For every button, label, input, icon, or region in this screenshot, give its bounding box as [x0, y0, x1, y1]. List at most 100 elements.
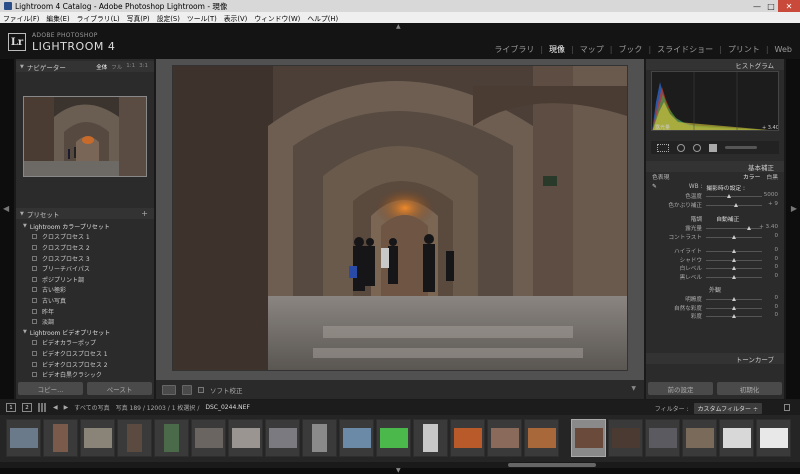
preset-item[interactable]: 古い極彩 — [20, 285, 152, 296]
slider-thumb[interactable] — [731, 297, 736, 301]
preset-item[interactable]: ビデオクロスプロセス 1 — [20, 348, 152, 359]
menu-tools[interactable]: ツール(T) — [187, 13, 217, 23]
filmstrip-thumbnail[interactable] — [154, 419, 189, 457]
zoom-3-1[interactable]: 3:1 — [139, 63, 148, 71]
minimize-button[interactable]: — — [750, 0, 764, 12]
slider-thumb[interactable] — [731, 305, 736, 310]
filmstrip-thumbnail[interactable] — [756, 419, 791, 457]
main-photo[interactable] — [173, 66, 627, 370]
filmstrip-thumbnail[interactable] — [265, 419, 300, 457]
filter-dropdown[interactable]: カスタムフィルター ÷ — [693, 403, 762, 414]
menu-window[interactable]: ウィンドウ(W) — [254, 13, 300, 23]
preset-item[interactable]: ビデオカラーポップ — [20, 338, 152, 349]
module-library[interactable]: ライブラリ — [494, 44, 534, 55]
filmstrip-thumbnail[interactable] — [117, 419, 152, 457]
slider-value[interactable]: 0 — [774, 233, 778, 239]
slider-thumb[interactable] — [731, 257, 736, 262]
histogram-header[interactable]: ヒストグラム — [646, 59, 784, 70]
module-map[interactable]: マップ — [580, 44, 604, 55]
slider-value[interactable]: 0 — [774, 256, 778, 262]
grid-view-icon[interactable] — [38, 403, 47, 412]
preset-item[interactable]: 淡調 — [20, 316, 152, 327]
slider-thumb[interactable] — [731, 274, 736, 279]
slider-track[interactable] — [706, 196, 762, 197]
slider-value[interactable]: + 9 — [768, 201, 778, 207]
bottom-panel-toggle[interactable]: ▼ — [0, 467, 800, 474]
module-print[interactable]: プリント — [728, 44, 760, 55]
filmstrip-thumbnail[interactable] — [302, 419, 337, 457]
menu-library[interactable]: ライブラリ(L) — [77, 13, 120, 23]
module-slideshow[interactable]: スライドショー — [657, 44, 713, 55]
menu-help[interactable]: ヘルプ(H) — [307, 13, 338, 23]
menu-edit[interactable]: 編集(E) — [46, 13, 69, 23]
reset-button[interactable]: 初期化 — [717, 382, 782, 395]
filmstrip-thumbnail[interactable] — [450, 419, 485, 457]
filename-dropdown[interactable]: DSC_0244.NEF — [205, 404, 250, 411]
crop-tool-icon[interactable] — [657, 143, 669, 152]
menu-settings[interactable]: 設定(S) — [157, 13, 180, 23]
slider-thumb[interactable] — [731, 249, 736, 253]
filmstrip-thumbnail[interactable] — [43, 419, 78, 457]
slider-value[interactable]: 5000 — [764, 192, 778, 198]
preset-item[interactable]: ポジプリント調 — [20, 274, 152, 285]
filmstrip-thumbnail[interactable] — [719, 419, 754, 457]
preset-item[interactable]: クロスプロセス 3 — [20, 253, 152, 264]
zoom-fit[interactable]: 全体 — [96, 63, 107, 71]
slider-thumb[interactable] — [731, 234, 736, 239]
navigator-preview[interactable] — [23, 96, 147, 177]
wb-select[interactable]: 撮影時の設定 : — [706, 183, 745, 192]
paste-button[interactable]: ペースト — [87, 382, 152, 395]
slider-thumb[interactable] — [734, 202, 739, 207]
filmstrip-thumbnail-selected[interactable] — [571, 419, 606, 457]
window-1-button[interactable]: 1 — [6, 403, 16, 412]
slider-track[interactable] — [706, 228, 762, 229]
filmstrip-thumbnail[interactable] — [80, 419, 115, 457]
slider-thumb[interactable] — [731, 266, 736, 270]
scrollbar-thumb[interactable] — [508, 463, 596, 467]
filmstrip-thumbnail[interactable] — [608, 419, 643, 457]
auto-tone-button[interactable]: 自動補正 — [716, 214, 739, 223]
treatment-color-button[interactable]: カラー — [743, 172, 760, 181]
zoom-fill[interactable]: フル — [111, 63, 122, 71]
slider-thumb[interactable] — [731, 314, 736, 318]
tone-curve-header[interactable]: トーンカーブ — [646, 353, 784, 364]
filmstrip-thumbnail[interactable] — [524, 419, 559, 457]
preset-folder[interactable]: ▼ Lightroom ビデオプリセット — [20, 327, 152, 338]
adjustment-brush-icon[interactable] — [725, 146, 757, 149]
slider-value[interactable]: 0 — [774, 312, 778, 318]
menu-photo[interactable]: 写真(P) — [127, 13, 150, 23]
red-eye-icon[interactable] — [693, 143, 701, 152]
histogram[interactable]: 露光量 + 3.40 — [651, 71, 779, 131]
previous-settings-button[interactable]: 前の設定 — [648, 382, 713, 395]
filmstrip-thumbnail[interactable] — [228, 419, 263, 457]
slider-value[interactable]: + 3.40 — [759, 224, 778, 230]
window-2-button[interactable]: 2 — [22, 403, 32, 412]
preset-item[interactable]: 昨年 — [20, 306, 152, 317]
filmstrip-thumbnail[interactable] — [339, 419, 374, 457]
filmstrip-thumbnail[interactable] — [487, 419, 522, 457]
preset-item[interactable]: 古い写真 — [20, 295, 152, 306]
preset-item[interactable]: ビデオクロスプロセス 2 — [20, 359, 152, 370]
forward-arrow-icon[interactable]: ▶ — [64, 404, 69, 411]
slider-value[interactable]: 0 — [774, 295, 778, 301]
module-web[interactable]: Web — [775, 45, 792, 54]
maximize-button[interactable]: □ — [764, 0, 778, 12]
presets-header[interactable]: ▼ プリセット + — [16, 208, 154, 219]
back-arrow-icon[interactable]: ◀ — [53, 404, 58, 411]
loupe-view-icon[interactable] — [162, 384, 176, 395]
preset-folder[interactable]: ▼ Lightroom カラープリセット — [20, 221, 152, 232]
menu-view[interactable]: 表示(V) — [224, 13, 248, 23]
slider-value[interactable]: 0 — [774, 247, 778, 253]
add-preset-icon[interactable]: + — [141, 209, 148, 218]
menu-file[interactable]: ファイル(F) — [3, 13, 39, 23]
module-develop[interactable]: 現像 — [549, 44, 565, 55]
lock-icon[interactable] — [784, 404, 790, 411]
source-label[interactable]: すべての写真 — [74, 403, 109, 412]
filmstrip-thumbnail[interactable] — [682, 419, 717, 457]
preset-item[interactable]: ブリーチバイパス — [20, 263, 152, 274]
preset-item[interactable]: クロスプロセス 2 — [20, 242, 152, 253]
filmstrip-thumbnail[interactable] — [645, 419, 680, 457]
zoom-1-1[interactable]: 1:1 — [126, 63, 135, 71]
filmstrip-thumbnail[interactable] — [191, 419, 226, 457]
close-button[interactable]: ✕ — [778, 0, 800, 12]
